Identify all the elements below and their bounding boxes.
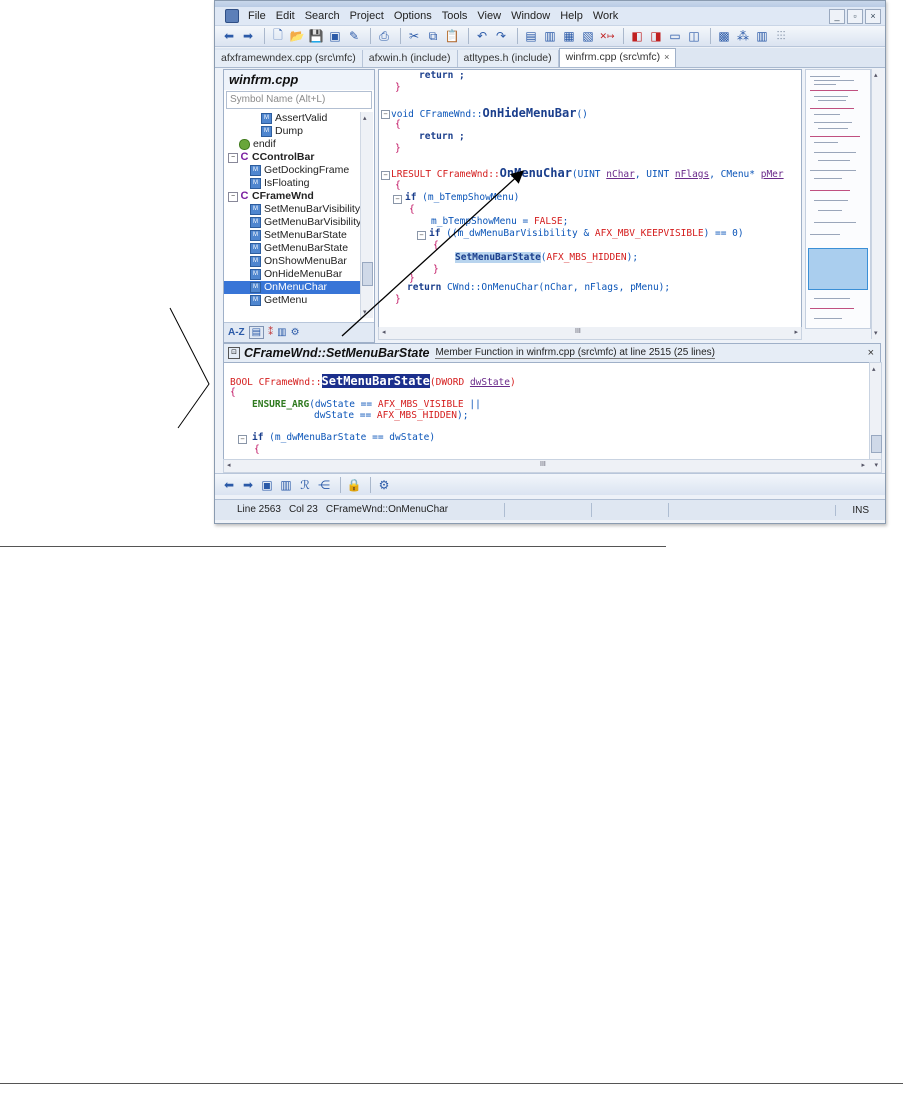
callout-bracket	[169, 307, 210, 429]
callout-overlay	[169, 170, 524, 429]
divider-line	[0, 546, 666, 547]
divider-line	[0, 1083, 903, 1084]
callout-arrow	[341, 170, 524, 337]
